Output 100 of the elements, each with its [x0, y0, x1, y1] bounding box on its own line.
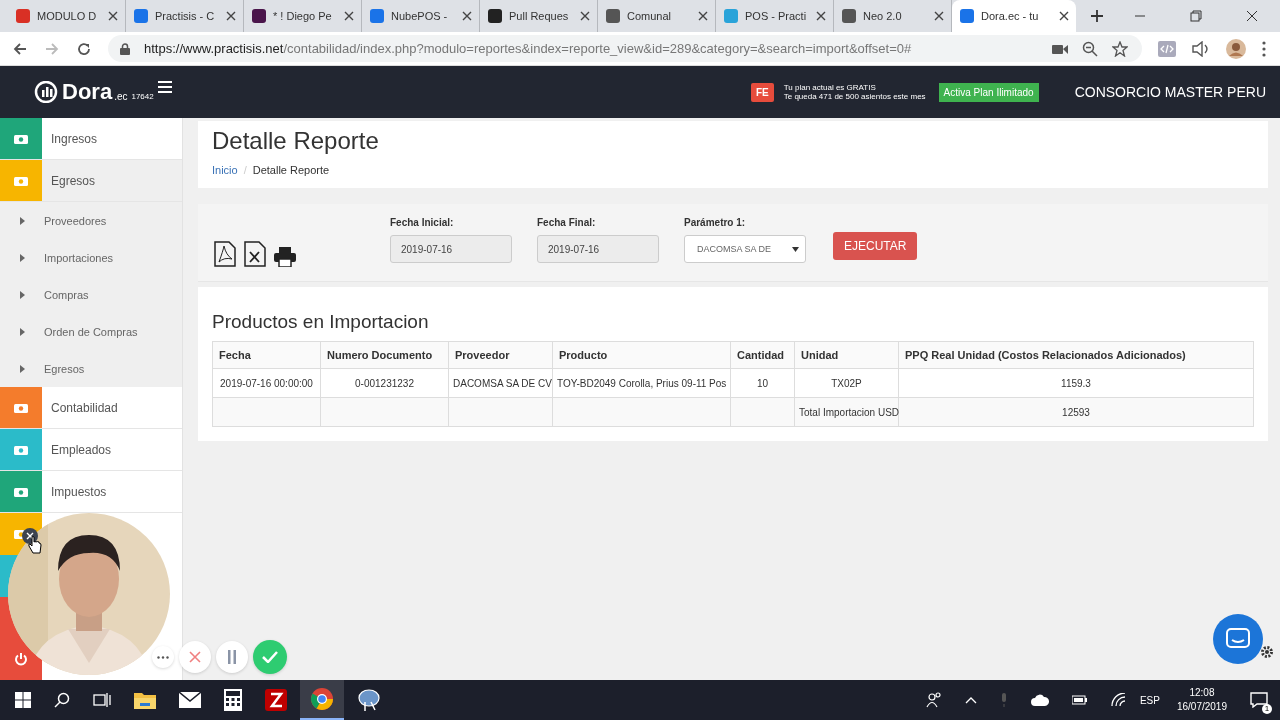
- table-cell: TOY-BD2049 Corolla, Prius 09-11 Pos: [552, 368, 731, 398]
- table-cell: TX02P: [794, 368, 899, 398]
- table-cell: 10: [730, 368, 795, 398]
- site-icon: [251, 8, 267, 24]
- close-icon[interactable]: [108, 11, 118, 21]
- browser-tab[interactable]: Dora.ec - tu: [952, 0, 1076, 32]
- column-header: Numero Documento: [320, 341, 449, 369]
- plus-icon[interactable]: [1090, 9, 1104, 23]
- plan-badge: FE: [750, 82, 774, 102]
- module-icon: [14, 132, 28, 145]
- star-icon[interactable]: [1112, 40, 1128, 57]
- close-icon[interactable]: [226, 11, 236, 21]
- site-icon: [959, 8, 975, 24]
- mail-icon[interactable]: [179, 692, 201, 708]
- submenu-item[interactable]: Compras: [0, 276, 182, 313]
- sidebar-item[interactable]: Egresos: [0, 160, 182, 202]
- breadcrumb-link[interactable]: Inicio: [212, 164, 238, 176]
- cloud-icon[interactable]: [1030, 694, 1049, 706]
- submenu-item[interactable]: Proveedores: [0, 202, 182, 239]
- caret-icon: [20, 216, 25, 225]
- logo-suffix: .ec: [114, 90, 128, 102]
- calculator-icon[interactable]: [224, 689, 242, 711]
- browser-icon[interactable]: [311, 688, 333, 710]
- notification-icon[interactable]: [1250, 692, 1268, 708]
- caret-icon: [20, 327, 25, 336]
- chevron-up-icon[interactable]: [964, 696, 977, 704]
- clock[interactable]: 12:08 16/07/2019: [1176, 686, 1227, 714]
- caret-icon: [20, 253, 25, 262]
- ftp-client-icon[interactable]: [265, 689, 287, 711]
- restore-icon[interactable]: [1190, 10, 1202, 22]
- account-number: 17642: [131, 91, 154, 101]
- column-header: Producto: [552, 341, 731, 369]
- column-header: Unidad: [794, 341, 899, 369]
- report-title: Productos en Importacion: [212, 311, 430, 333]
- battery-icon[interactable]: [1071, 694, 1088, 706]
- column-header: Fecha: [212, 341, 321, 369]
- close-icon[interactable]: [580, 11, 590, 21]
- caret-icon: [20, 290, 25, 299]
- submenu-item[interactable]: Importaciones: [0, 239, 182, 276]
- caret-icon: [792, 246, 799, 252]
- sidebar-item[interactable]: Empleados: [0, 429, 182, 471]
- run-button[interactable]: EJECUTAR: [833, 232, 918, 260]
- chat-icon: [1226, 628, 1250, 650]
- wifi-icon[interactable]: [1110, 693, 1127, 707]
- submenu-item[interactable]: Egresos: [0, 350, 182, 387]
- elephant-icon[interactable]: [357, 688, 381, 712]
- reload-icon[interactable]: [76, 40, 92, 57]
- breadcrumb-separator: /: [243, 164, 247, 176]
- close-icon[interactable]: [344, 11, 354, 21]
- close-icon[interactable]: [934, 11, 944, 21]
- company-name[interactable]: CONSORCIO MASTER PERU: [1074, 84, 1266, 100]
- field-label: Fecha Final:: [537, 217, 597, 228]
- close-icon[interactable]: [1246, 10, 1258, 22]
- pdf-icon[interactable]: [214, 241, 236, 267]
- close-icon[interactable]: [1059, 11, 1069, 21]
- submenu-item[interactable]: Orden de Compras: [0, 313, 182, 350]
- close-icon[interactable]: [462, 11, 472, 21]
- search-icon[interactable]: [54, 692, 70, 708]
- date-field[interactable]: 2019-07-16: [537, 235, 659, 263]
- table-cell: 0-001231232: [320, 368, 449, 398]
- sidebar-item[interactable]: Impuestos: [0, 471, 182, 513]
- field-label: Parámetro 1:: [684, 217, 747, 228]
- excel-icon[interactable]: [244, 241, 266, 267]
- speaker-icon[interactable]: [1192, 40, 1210, 57]
- notification-count: 1: [1262, 704, 1272, 714]
- page-title: Detalle Reporte: [212, 127, 380, 155]
- menu-icon[interactable]: [157, 81, 172, 93]
- close-icon[interactable]: [816, 11, 826, 21]
- site-icon: [15, 8, 31, 24]
- more-icon: [157, 655, 169, 659]
- column-header: Proveedor: [448, 341, 553, 369]
- date-field[interactable]: 2019-07-16: [390, 235, 512, 263]
- site-icon: [605, 8, 621, 24]
- dropdown-field[interactable]: DACOMSA SA DE: [684, 235, 806, 263]
- settings-icon[interactable]: [1260, 645, 1274, 659]
- module-icon: [14, 485, 28, 498]
- back-icon[interactable]: [12, 40, 28, 57]
- print-icon[interactable]: [274, 247, 296, 267]
- breadcrumb-current: Detalle Reporte: [252, 164, 330, 176]
- power-icon[interactable]: [14, 652, 28, 666]
- url-text: https://www.practisis.net/contabilidad/index.php?modulo=reportes&index=reporte_view&id=289&category=&search=import&offset=0#: [144, 41, 912, 56]
- start-icon[interactable]: [15, 692, 31, 708]
- site-icon: [133, 8, 149, 24]
- zoom-out-icon[interactable]: [1082, 40, 1098, 57]
- site-icon: [487, 8, 503, 24]
- sidebar-item[interactable]: Contabilidad: [0, 387, 182, 429]
- avatar-icon[interactable]: [1226, 38, 1246, 59]
- logo-icon: [34, 81, 60, 103]
- close-icon[interactable]: [698, 11, 708, 21]
- task-view-icon[interactable]: [93, 692, 111, 708]
- sidebar-item[interactable]: Ingresos: [0, 118, 182, 160]
- camera-icon[interactable]: [1052, 42, 1068, 55]
- caret-icon: [20, 364, 25, 373]
- input-language[interactable]: ESP: [1139, 694, 1160, 706]
- folder-icon[interactable]: [134, 691, 156, 709]
- menu-icon[interactable]: [1262, 40, 1266, 57]
- people-icon[interactable]: [925, 692, 942, 708]
- plan-quota-text: Te queda 471 de 500 asientos este mes: [783, 92, 926, 101]
- site-icon: [841, 8, 857, 24]
- address-bar[interactable]: https://www.practisis.net/contabilidad/index.php?modulo=reportes&index=reporte_view&id=289&category=&search=import&offset=0#: [108, 35, 1142, 62]
